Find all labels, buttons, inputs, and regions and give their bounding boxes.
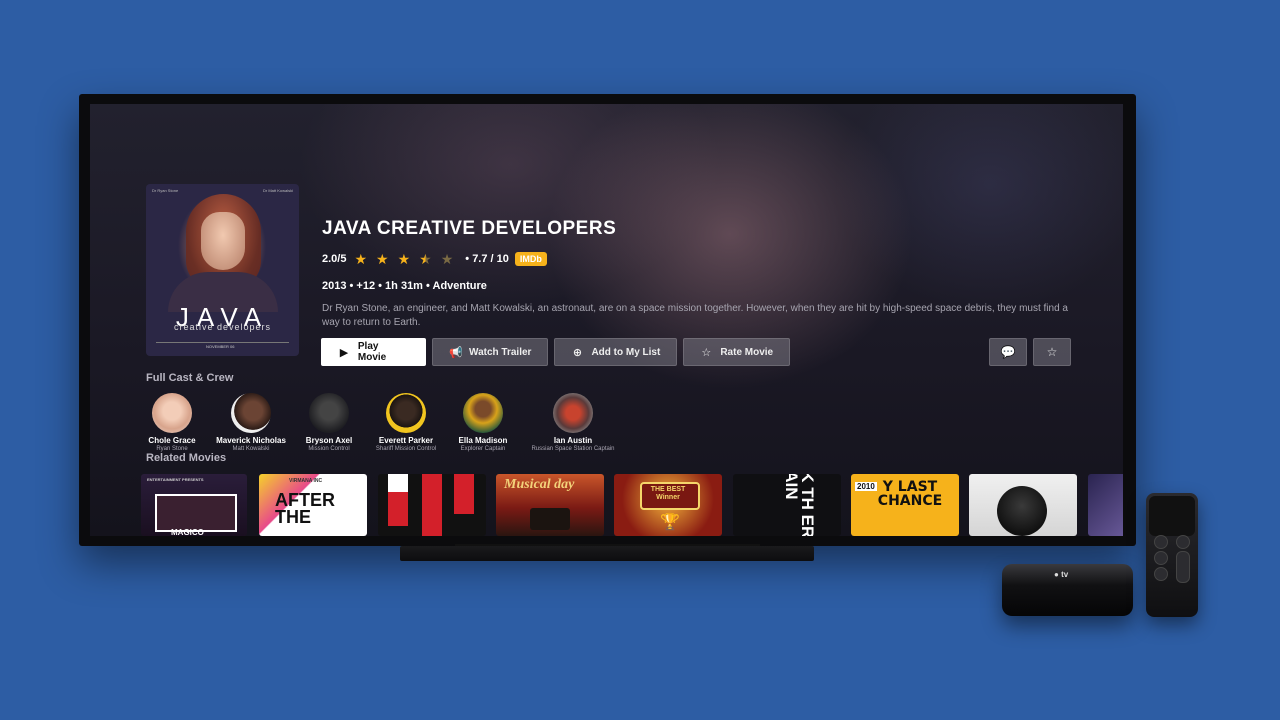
- star-outline-icon: ☆: [1046, 345, 1058, 359]
- tv-screen: Dr Ryan Stone Dr Matt Kowalski JAVA crea…: [90, 104, 1123, 536]
- related-movie-title: Musical day: [504, 477, 575, 492]
- cast-member[interactable]: Chole Grace Ryan Stone: [146, 393, 198, 452]
- favorite-button[interactable]: ☆: [1033, 338, 1071, 366]
- related-movie-art: [422, 474, 442, 536]
- cast-avatar: [309, 393, 349, 433]
- related-movie-card[interactable]: VIRMANA INC AFTER THE: [259, 474, 367, 536]
- remote-touch-surface[interactable]: [1149, 496, 1195, 536]
- watch-trailer-button[interactable]: 📢 Watch Trailer: [432, 338, 549, 366]
- remote-volume-button[interactable]: [1176, 551, 1190, 583]
- apple-logo-icon: ●: [1054, 570, 1059, 579]
- poster-credit-left: Dr Ryan Stone: [152, 188, 179, 193]
- tv-stand: [400, 546, 814, 561]
- imdb-badge: IMDb: [514, 252, 547, 266]
- apple-tv-logo: ● tv: [1054, 570, 1068, 579]
- related-movie-title: AFTER THE: [275, 490, 335, 527]
- star-icon: ★: [397, 251, 411, 267]
- movie-poster[interactable]: Dr Ryan Stone Dr Matt Kowalski JAVA crea…: [146, 184, 299, 356]
- plus-circle-icon: ⊕: [572, 346, 583, 359]
- play-movie-button[interactable]: ▶ Play Movie: [321, 338, 426, 366]
- remote-menu-button[interactable]: [1154, 535, 1168, 549]
- related-movie-title: CK TH ER RAIN: [782, 474, 817, 536]
- poster-face: [201, 212, 245, 270]
- poster-subtitle: creative developers: [173, 322, 272, 332]
- cast-name: Maverick Nicholas: [216, 436, 286, 445]
- related-movie-card[interactable]: 2010 Y LAST CHANCE: [851, 474, 959, 536]
- cast-name: Bryson Axel: [305, 436, 353, 445]
- related-movie-top: VIRMANA INC: [289, 478, 323, 484]
- related-movie-art: [155, 494, 237, 532]
- cast-member[interactable]: Bryson Axel Mission Control: [298, 393, 360, 452]
- movie-title: JAVA CREATIVE DEVELOPERS: [322, 218, 617, 239]
- add-to-list-label: Add to My List: [591, 346, 661, 358]
- poster-credit-right: Dr Matt Kowalski: [262, 188, 293, 193]
- related-movie-card[interactable]: Musical day: [496, 474, 604, 536]
- action-buttons: ▶ Play Movie 📢 Watch Trailer ⊕ Add to My…: [321, 338, 791, 366]
- cast-role: Explorer Captain: [460, 446, 506, 452]
- cast-avatar: [386, 393, 426, 433]
- megaphone-icon: 📢: [449, 346, 463, 359]
- tv-frame: Dr Ryan Stone Dr Matt Kowalski JAVA crea…: [79, 94, 1136, 546]
- cast-member[interactable]: Ian Austin Russian Space Station Captain: [520, 393, 626, 452]
- add-to-list-button[interactable]: ⊕ Add to My List: [554, 338, 678, 366]
- cast-member[interactable]: Everett Parker Shariff Mission Control: [366, 393, 446, 452]
- star-empty-icon: ★: [440, 251, 454, 267]
- rate-movie-button[interactable]: ☆ Rate Movie: [683, 338, 791, 366]
- cast-name: Ella Madison: [458, 436, 508, 445]
- related-movie-title: MAGICO: [171, 528, 204, 536]
- cast-avatar: [463, 393, 503, 433]
- cast-role: Russian Space Station Captain: [531, 446, 615, 452]
- related-movie-card[interactable]: [378, 474, 486, 536]
- cast-avatar: [152, 393, 192, 433]
- apple-tv-brand: tv: [1061, 570, 1069, 579]
- cast-avatar: [553, 393, 593, 433]
- related-movie-card[interactable]: THE BEST Winner 🏆: [614, 474, 722, 536]
- play-movie-label: Play Movie: [357, 341, 387, 363]
- cast-section-title: Full Cast & Crew: [146, 372, 234, 384]
- cast-name: Ian Austin: [553, 436, 593, 445]
- siri-remote: [1146, 493, 1198, 617]
- movie-meta: 2013 • +12 • 1h 31m • Adventure: [322, 280, 487, 292]
- related-movie-art: [997, 486, 1047, 536]
- related-movie-card[interactable]: ENTERTAINMENT PRESENTS MAGICO: [141, 474, 247, 536]
- star-icon: ★: [354, 251, 368, 267]
- play-icon: ▶: [339, 346, 349, 359]
- related-movie-art: [388, 474, 408, 492]
- cast-avatar: [231, 393, 271, 433]
- star-rating: ★ ★ ★ ★ ★: [354, 252, 453, 266]
- imdb-score: • 7.7 / 10: [465, 253, 509, 265]
- related-section-title: Related Movies: [146, 452, 227, 464]
- remote-tv-button[interactable]: [1176, 535, 1190, 549]
- chat-icon: 💬: [1000, 345, 1016, 359]
- related-movie-card[interactable]: [969, 474, 1077, 536]
- related-movie-art: [454, 474, 474, 514]
- related-movie-card[interactable]: CK TH ER RAIN: [733, 474, 841, 536]
- star-icon: ★: [376, 251, 389, 267]
- related-movie-title: THE BEST Winner: [650, 486, 686, 501]
- related-movie-card[interactable]: [1088, 474, 1123, 536]
- cast-role: Shariff Mission Control: [375, 446, 437, 452]
- star-half-icon: ★: [419, 251, 432, 267]
- cast-name: Everett Parker: [378, 436, 434, 445]
- related-movie-title: Y LAST CHANCE: [877, 479, 943, 509]
- remote-siri-button[interactable]: [1154, 551, 1168, 565]
- rate-movie-label: Rate Movie: [720, 346, 774, 358]
- watch-trailer-label: Watch Trailer: [469, 346, 532, 358]
- cast-member[interactable]: Maverick Nicholas Matt Kowalski: [210, 393, 292, 452]
- star-outline-icon: ☆: [701, 346, 712, 359]
- cast-role: Mission Control: [308, 446, 350, 452]
- rating-value: 2.0/5: [322, 253, 347, 265]
- cast-member[interactable]: Ella Madison Explorer Captain: [452, 393, 514, 452]
- apple-tv-box: ● tv: [1002, 564, 1133, 616]
- trophy-icon: 🏆: [660, 514, 680, 531]
- rating-row: 2.0/5 ★ ★ ★ ★ ★ • 7.7 / 10 IMDb: [322, 252, 547, 266]
- piano-art: [530, 508, 570, 530]
- remote-play-button[interactable]: [1154, 567, 1168, 581]
- poster-date: NOVEMBER 06: [206, 344, 235, 349]
- cast-name: Chole Grace: [148, 436, 196, 445]
- related-movie-top: ENTERTAINMENT PRESENTS: [147, 477, 204, 482]
- movie-description: Dr Ryan Stone, an engineer, and Matt Kow…: [322, 303, 1068, 328]
- comments-button[interactable]: 💬: [989, 338, 1027, 366]
